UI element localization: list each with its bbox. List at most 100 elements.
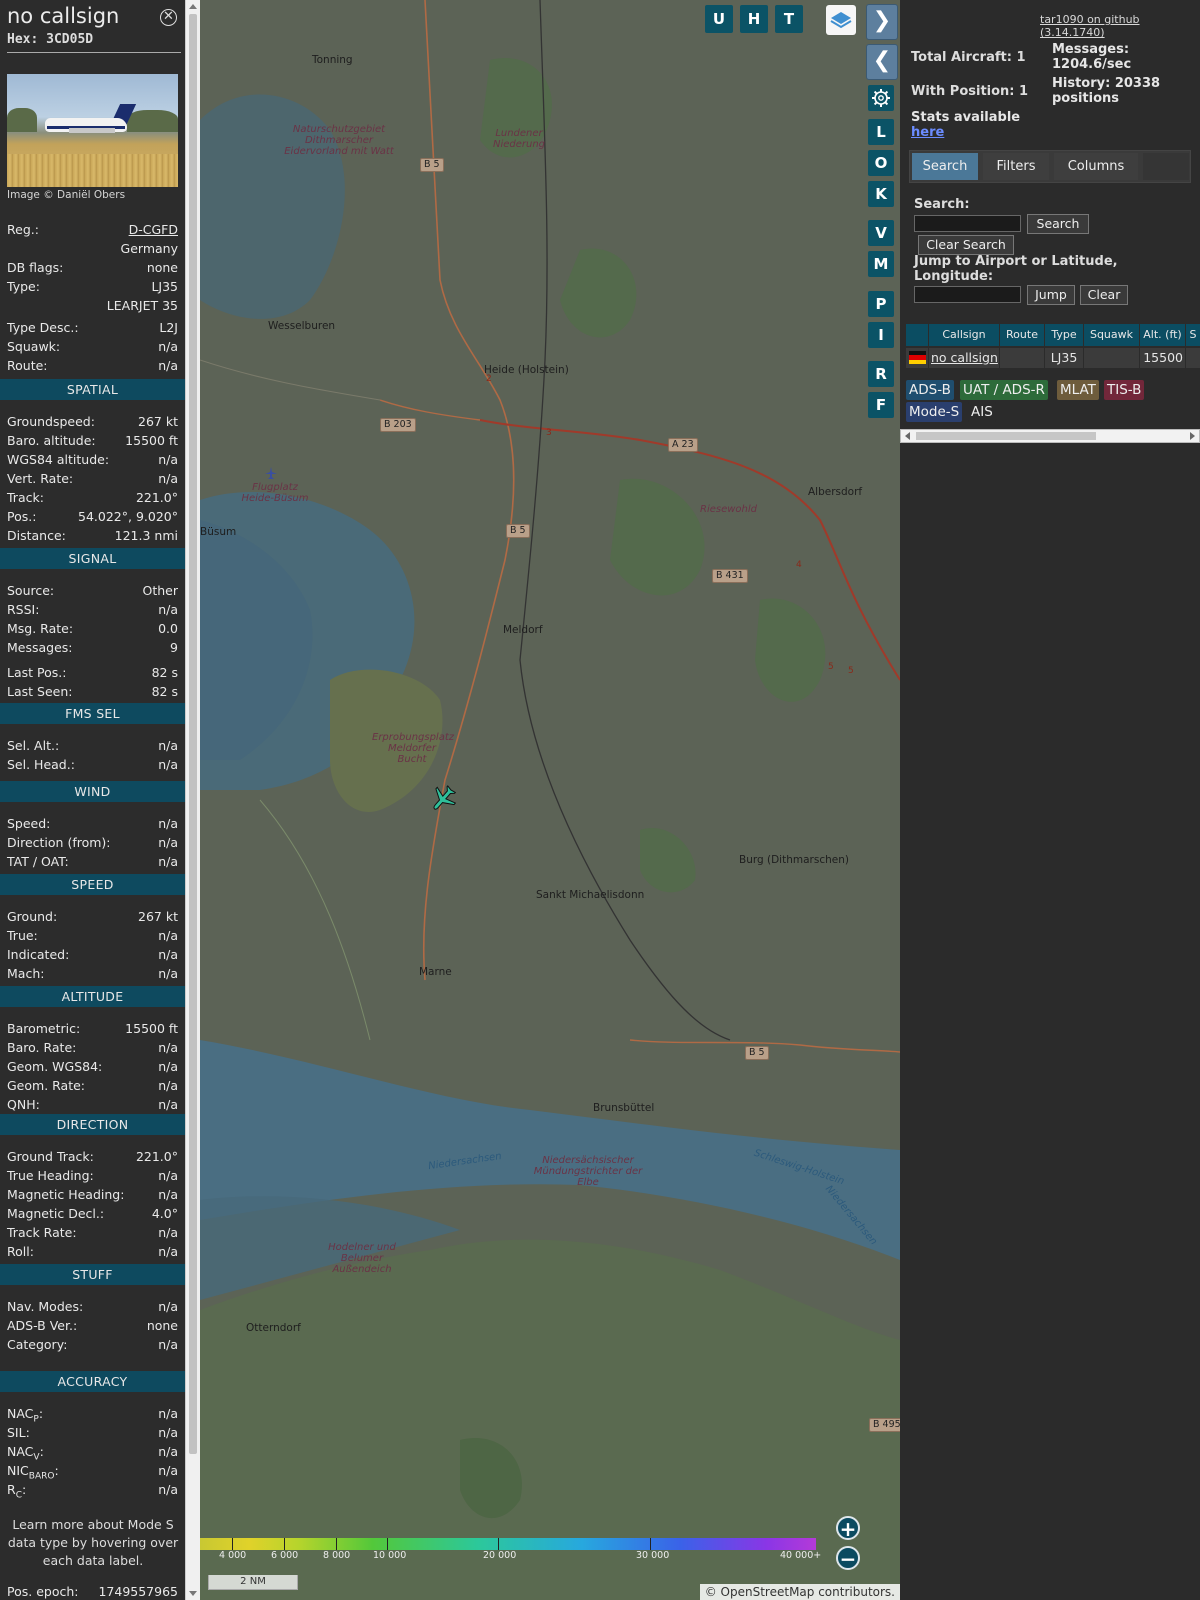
info-label[interactable]: True Heading: — [7, 1168, 94, 1183]
info-label[interactable]: Sel. Head.: — [7, 757, 75, 772]
source-ais-badge[interactable]: AIS — [968, 402, 996, 422]
info-label[interactable]: Sel. Alt.: — [7, 738, 59, 753]
scroll-right-arrow[interactable] — [1190, 432, 1195, 440]
hscroll-thumb[interactable] — [916, 432, 1096, 440]
info-label[interactable]: Nav. Modes: — [7, 1299, 83, 1314]
info-label[interactable]: Track: — [7, 490, 44, 505]
info-label[interactable]: NACP: — [7, 1406, 43, 1425]
back-arrow-button[interactable]: ❮ — [866, 44, 898, 80]
info-label[interactable]: Baro. altitude: — [7, 433, 96, 448]
source-mlat-badge[interactable]: MLAT — [1057, 380, 1099, 400]
info-label[interactable]: WGS84 altitude: — [7, 452, 109, 467]
map-button-u[interactable]: U — [705, 5, 733, 33]
map-view[interactable]: Tonning Wesselburen Heide (Holstein) Alb… — [200, 0, 900, 1600]
table-header-altitude[interactable]: Alt. (ft) — [1140, 324, 1185, 346]
map-button-l[interactable]: L — [868, 119, 894, 145]
map-button-k[interactable]: K — [868, 181, 894, 207]
table-cell-squawk[interactable] — [1084, 348, 1139, 368]
aircraft-marker-icon[interactable] — [428, 784, 458, 814]
info-label[interactable]: Speed: — [7, 816, 50, 831]
map-button-v[interactable]: V — [868, 220, 894, 246]
info-label[interactable]: Source: — [7, 583, 54, 598]
map-button-r[interactable]: R — [868, 361, 894, 387]
info-label[interactable]: Messages: — [7, 640, 73, 655]
search-button[interactable]: Search — [1027, 214, 1089, 234]
info-label[interactable]: Baro. Rate: — [7, 1040, 76, 1055]
table-header-speed[interactable]: S — [1186, 324, 1200, 346]
jump-button[interactable]: Jump — [1027, 285, 1075, 305]
info-label[interactable]: Indicated: — [7, 947, 69, 962]
info-label[interactable]: RC: — [7, 1482, 26, 1501]
layers-button[interactable] — [826, 5, 856, 35]
info-label[interactable]: Direction (from): — [7, 835, 111, 850]
info-label[interactable]: Mach: — [7, 966, 44, 981]
table-cell-callsign[interactable]: no callsign — [929, 348, 999, 368]
info-label[interactable]: Ground: — [7, 909, 57, 924]
table-cell-speed[interactable] — [1186, 348, 1200, 368]
search-input[interactable] — [914, 215, 1021, 232]
forward-arrow-button[interactable]: ❯ — [866, 4, 898, 40]
zoom-in-button[interactable]: + — [836, 1516, 860, 1540]
info-label[interactable]: Ground Track: — [7, 1149, 94, 1164]
info-label[interactable]: RSSI: — [7, 602, 39, 617]
info-label[interactable]: Groundspeed: — [7, 414, 95, 429]
source-adsb-badge[interactable]: ADS-B — [906, 380, 954, 400]
jump-input[interactable] — [914, 286, 1021, 303]
source-modes-badge[interactable]: Mode-S — [906, 402, 963, 422]
zoom-out-button[interactable]: − — [836, 1546, 860, 1570]
info-label[interactable]: NICBARO: — [7, 1463, 59, 1482]
info-label[interactable]: SIL: — [7, 1425, 30, 1440]
stats-here-link[interactable]: here — [911, 125, 944, 140]
scroll-left-arrow[interactable] — [905, 432, 910, 440]
info-label[interactable]: Geom. Rate: — [7, 1078, 85, 1093]
table-header-callsign[interactable]: Callsign — [929, 324, 999, 346]
aircraft-photo[interactable] — [7, 74, 178, 187]
info-label[interactable]: Track Rate: — [7, 1225, 77, 1240]
table-header-type[interactable]: Type — [1045, 324, 1083, 346]
sidebar-scrollbar[interactable] — [185, 0, 200, 1600]
info-label[interactable]: TAT / OAT: — [7, 854, 69, 869]
map-button-o[interactable]: O — [868, 150, 894, 176]
map-button-h[interactable]: H — [740, 5, 768, 33]
tab-filters[interactable]: Filters — [983, 153, 1049, 180]
table-horizontal-scrollbar[interactable] — [900, 429, 1200, 443]
github-link[interactable]: tar1090 on github (3.14.1740) — [1040, 13, 1200, 39]
source-uat-badge[interactable]: UAT / ADS-R — [960, 380, 1048, 400]
info-label[interactable]: Magnetic Decl.: — [7, 1206, 104, 1221]
info-label[interactable]: Barometric: — [7, 1021, 80, 1036]
table-cell-type[interactable]: LJ35 — [1045, 348, 1083, 368]
info-label[interactable]: ADS-B Ver.: — [7, 1318, 77, 1333]
info-label[interactable]: QNH: — [7, 1097, 40, 1112]
table-cell-route[interactable] — [1000, 348, 1044, 368]
info-label[interactable]: Pos.: — [7, 509, 36, 524]
scroll-down-arrow[interactable] — [189, 1591, 197, 1596]
map-button-t[interactable]: T — [775, 5, 803, 33]
info-label[interactable]: Roll: — [7, 1244, 34, 1259]
map-button-f[interactable]: F — [868, 392, 894, 418]
scrollbar-thumb[interactable] — [189, 14, 197, 1454]
settings-button[interactable] — [868, 85, 894, 111]
table-header-squawk[interactable]: Squawk — [1084, 324, 1139, 346]
source-tisb-badge[interactable]: TIS-B — [1104, 380, 1145, 400]
info-label[interactable]: Magnetic Heading: — [7, 1187, 124, 1202]
info-label[interactable]: NACV: — [7, 1444, 44, 1463]
map-button-i[interactable]: I — [868, 322, 894, 348]
info-label[interactable]: Msg. Rate: — [7, 621, 73, 636]
info-label[interactable]: True: — [7, 928, 38, 943]
clear-button[interactable]: Clear — [1080, 285, 1128, 305]
info-label[interactable]: Geom. WGS84: — [7, 1059, 102, 1074]
close-icon[interactable]: ✕ — [160, 9, 177, 26]
registration-link[interactable]: D-CGFD — [129, 222, 178, 237]
map-button-p[interactable]: P — [868, 291, 894, 317]
scroll-up-arrow[interactable] — [189, 4, 197, 9]
clear-search-button[interactable]: Clear Search — [918, 235, 1014, 255]
map-button-m[interactable]: M — [868, 251, 894, 277]
tab-search[interactable]: Search — [912, 153, 978, 180]
table-header-flag[interactable] — [906, 324, 928, 346]
info-label[interactable]: Last Seen: — [7, 684, 72, 699]
info-label[interactable]: Category: — [7, 1337, 67, 1352]
tab-columns[interactable]: Columns — [1054, 153, 1138, 180]
table-cell-altitude[interactable]: 15500 — [1140, 348, 1185, 368]
info-label[interactable]: Vert. Rate: — [7, 471, 73, 486]
table-header-route[interactable]: Route — [1000, 324, 1044, 346]
